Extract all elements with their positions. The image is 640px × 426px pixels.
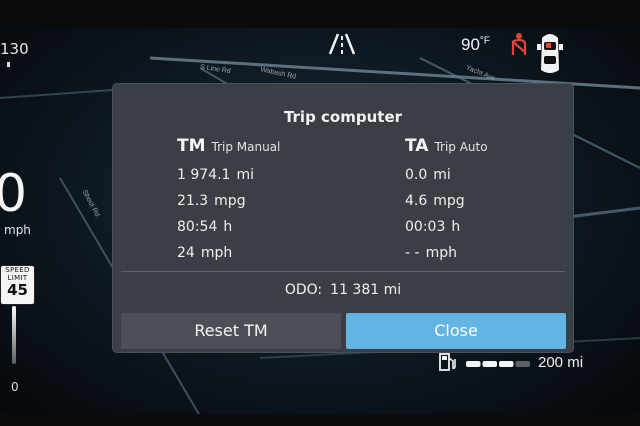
fuel-gauge-segment [466,361,481,367]
bottom-bezel [0,414,640,426]
fuel-level-gauge [466,361,530,367]
ta-economy: 4.6 mpg [405,188,488,214]
trip-auto-label: Trip Auto [434,140,488,154]
car-status-icon [537,34,563,73]
temperature-unit: °F [479,35,491,47]
temperature-value: 90 [461,35,480,54]
tm-time: 80:54 h [177,214,280,240]
ta-avg-speed-unit: mph [425,245,457,261]
fuel-range-unit: mi [567,354,584,371]
speed-unit: mph [4,223,31,237]
tm-time-unit: h [223,219,233,235]
odometer-label: ODO: [284,282,323,298]
ta-distance: 0.0 mi [405,162,488,188]
tm-avg-speed-value: 24 [177,245,195,261]
ta-avg-speed-value: - - [405,245,420,261]
odometer-value: 11 381 [330,282,380,298]
tm-avg-speed: 24 mph [177,240,280,266]
ta-distance-unit: mi [433,167,451,183]
lane-assist-icon [328,33,356,55]
fuel-range: 200 mi [538,354,583,371]
close-button[interactable]: Close [346,313,566,349]
tm-distance: 1 974.1 mi [177,162,280,188]
speed-limit-label: SPEED [5,266,30,274]
tm-avg-speed-unit: mph [200,245,233,261]
speed-limit-value: 45 [7,281,28,299]
tm-distance-unit: mi [236,167,254,183]
dialog-title: Trip computer [283,108,403,126]
tm-time-value: 80:54 [177,219,218,235]
trip-computer-dialog: Trip computer TM Trip Manual 1 974.1 mi 21… [113,84,573,352]
trip-auto-abbr: TA [405,136,429,156]
trip-manual-header: TM Trip Manual [177,136,280,162]
trip-auto-column: TA Trip Auto 0.0 mi 4.6 mpg 00:03 h - - mph [405,136,488,266]
fuel-range-value: 200 [538,354,564,371]
fuel-gauge-segment [482,361,497,367]
odometer: ODO: 11 381 mi [113,282,573,298]
tm-economy-unit: mpg [214,193,246,209]
trip-auto-header: TA Trip Auto [405,136,488,162]
trip-manual-label: Trip Manual [211,140,281,154]
trip-manual-abbr: TM [177,136,206,156]
tm-economy-value: 21.3 [177,193,209,209]
fuel-pump-icon [439,353,456,371]
top-left-marker [7,62,10,67]
ta-economy-value: 4.6 [405,193,428,209]
top-bezel [0,0,640,30]
seatbelt-warning-icon [511,33,527,55]
reset-tm-button[interactable]: Reset TM [121,313,341,349]
fuel-gauge-segment [499,361,514,367]
tm-economy: 21.3 mpg [177,188,280,214]
speed-limit-sign: SPEED LIMIT 45 [0,265,35,305]
ta-time: 00:03 h [405,214,488,240]
fuel-gauge-segment [515,361,530,367]
power-gauge-zero: 0 [11,380,19,394]
ta-time-value: 00:03 [405,219,446,235]
ta-avg-speed: - - mph [405,240,488,266]
odometer-unit: mi [383,282,402,298]
power-gauge [12,306,16,364]
ta-time-unit: h [451,219,461,235]
top-left-number: 130 [0,40,29,58]
tm-distance-value: 1 974.1 [177,167,231,183]
outside-temperature: 90°F [461,35,490,55]
trip-manual-column: TM Trip Manual 1 974.1 mi 21.3 mpg 80:54 h 2… [177,136,280,266]
ta-economy-unit: mpg [433,193,465,209]
ta-distance-value: 0.0 [405,167,428,183]
dialog-divider [121,271,565,272]
speed-value: 0 [0,164,28,224]
